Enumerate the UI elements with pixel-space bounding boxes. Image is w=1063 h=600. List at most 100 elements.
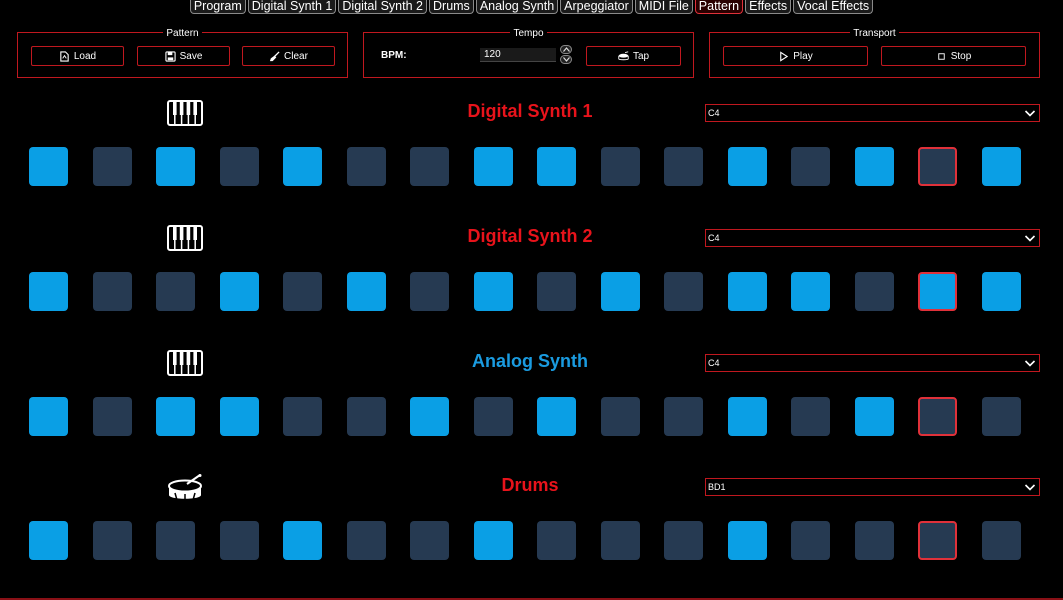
- step-button[interactable]: [220, 147, 259, 186]
- broom-icon: [269, 50, 280, 61]
- step-button[interactable]: [29, 147, 68, 186]
- step-button[interactable]: [918, 397, 957, 436]
- step-button[interactable]: [982, 521, 1021, 560]
- step-button[interactable]: [29, 272, 68, 311]
- step-button[interactable]: [537, 521, 576, 560]
- stop-button[interactable]: Stop: [881, 46, 1026, 66]
- step-button[interactable]: [728, 397, 767, 436]
- step-button[interactable]: [220, 272, 259, 311]
- step-button[interactable]: [601, 521, 640, 560]
- note-select-drums[interactable]: BD1: [705, 478, 1040, 496]
- step-button[interactable]: [29, 397, 68, 436]
- step-button[interactable]: [410, 272, 449, 311]
- step-button[interactable]: [855, 397, 894, 436]
- tab-program[interactable]: Program: [189, 0, 246, 14]
- chevron-down-icon: [1024, 484, 1036, 491]
- step-button[interactable]: [537, 397, 576, 436]
- step-button[interactable]: [728, 147, 767, 186]
- drum-icon: [167, 474, 203, 504]
- tap-button[interactable]: Tap: [586, 46, 681, 66]
- step-button[interactable]: [601, 147, 640, 186]
- step-button[interactable]: [601, 397, 640, 436]
- load-button[interactable]: Load: [31, 46, 124, 66]
- step-button[interactable]: [855, 272, 894, 311]
- step-button[interactable]: [347, 272, 386, 311]
- tab-midi-file[interactable]: MIDI File: [634, 0, 693, 14]
- track-title-drums: Drums: [501, 475, 559, 495]
- step-button[interactable]: [601, 272, 640, 311]
- step-button[interactable]: [918, 272, 957, 311]
- save-button[interactable]: Save: [137, 46, 230, 66]
- step-button[interactable]: [855, 521, 894, 560]
- note-select-digital-synth-1[interactable]: C4: [705, 104, 1040, 122]
- step-button[interactable]: [93, 397, 132, 436]
- step-button[interactable]: [410, 397, 449, 436]
- step-button[interactable]: [474, 521, 513, 560]
- tab-digital-synth-1[interactable]: Digital Synth 1: [247, 0, 337, 14]
- step-button[interactable]: [410, 147, 449, 186]
- step-button[interactable]: [220, 397, 259, 436]
- play-button[interactable]: Play: [723, 46, 868, 66]
- step-button[interactable]: [220, 521, 259, 560]
- step-button[interactable]: [728, 272, 767, 311]
- clear-button[interactable]: Clear: [242, 46, 335, 66]
- bpm-input[interactable]: [480, 48, 556, 62]
- step-button[interactable]: [664, 272, 703, 311]
- step-button[interactable]: [474, 147, 513, 186]
- step-button[interactable]: [537, 147, 576, 186]
- tab-digital-synth-2[interactable]: Digital Synth 2: [338, 0, 427, 14]
- play-icon: [780, 50, 789, 62]
- step-button[interactable]: [410, 521, 449, 560]
- piano-icon: [167, 100, 203, 130]
- step-button[interactable]: [474, 397, 513, 436]
- bpm-increment-button[interactable]: [560, 45, 572, 54]
- step-button[interactable]: [156, 397, 195, 436]
- step-button[interactable]: [537, 272, 576, 311]
- step-button[interactable]: [791, 272, 830, 311]
- tab-vocal-effects[interactable]: Vocal Effects: [793, 0, 874, 14]
- load-label: Load: [73, 50, 97, 62]
- step-button[interactable]: [156, 521, 195, 560]
- tempo-panel: Tempo BPM: Tap: [363, 28, 694, 78]
- step-button[interactable]: [918, 521, 957, 560]
- step-button[interactable]: [347, 521, 386, 560]
- note-select-analog-synth[interactable]: C4: [705, 354, 1040, 372]
- step-button[interactable]: [982, 397, 1021, 436]
- step-button[interactable]: [283, 272, 322, 311]
- step-button[interactable]: [982, 147, 1021, 186]
- step-button[interactable]: [791, 397, 830, 436]
- step-button[interactable]: [283, 147, 322, 186]
- step-button[interactable]: [347, 397, 386, 436]
- step-button[interactable]: [918, 147, 957, 186]
- step-button[interactable]: [283, 521, 322, 560]
- step-button[interactable]: [791, 147, 830, 186]
- tab-effects[interactable]: Effects: [745, 0, 792, 14]
- note-select-digital-synth-2[interactable]: C4: [705, 229, 1040, 247]
- step-button[interactable]: [474, 272, 513, 311]
- pattern-panel-title: Pattern: [163, 28, 202, 39]
- step-button[interactable]: [347, 147, 386, 186]
- step-button[interactable]: [29, 521, 68, 560]
- drum-icon: [618, 50, 629, 60]
- step-button[interactable]: [664, 397, 703, 436]
- note-select-value: C4: [708, 358, 720, 368]
- tab-arpeggiator[interactable]: Arpeggiator: [560, 0, 633, 14]
- step-button[interactable]: [791, 521, 830, 560]
- tab-drums[interactable]: Drums: [429, 0, 474, 14]
- track-title-digital-synth-2: Digital Synth 2: [467, 226, 593, 246]
- step-button[interactable]: [93, 521, 132, 560]
- step-button[interactable]: [93, 272, 132, 311]
- step-button[interactable]: [855, 147, 894, 186]
- step-button[interactable]: [728, 521, 767, 560]
- step-button[interactable]: [664, 521, 703, 560]
- tab-analog-synth[interactable]: Analog Synth: [475, 0, 559, 14]
- file-icon: [60, 50, 69, 62]
- tab-pattern[interactable]: Pattern: [694, 0, 744, 14]
- step-button[interactable]: [982, 272, 1021, 311]
- step-button[interactable]: [156, 147, 195, 186]
- step-button[interactable]: [156, 272, 195, 311]
- bpm-decrement-button[interactable]: [560, 55, 572, 64]
- step-button[interactable]: [93, 147, 132, 186]
- step-button[interactable]: [283, 397, 322, 436]
- step-button[interactable]: [664, 147, 703, 186]
